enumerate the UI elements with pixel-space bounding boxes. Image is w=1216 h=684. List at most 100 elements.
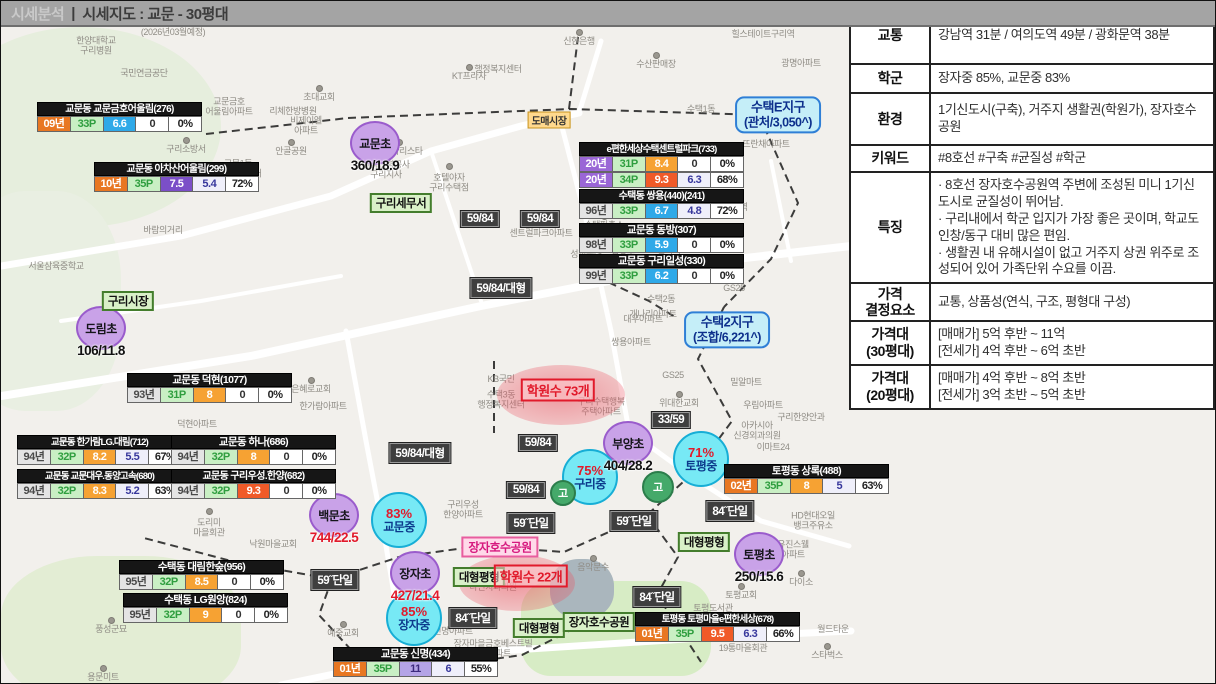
area-label: 장자호수공원 <box>562 612 636 632</box>
info-table-value: · 8호선 장자호수공원역 주변에 조성된 미니 1기신도시로 균질성이 뛰어남… <box>938 177 1199 277</box>
apartment-label: 교문동 덕현(1077) 93년 31P 8 0 0% <box>127 373 292 403</box>
cell-pyeong: 32P <box>152 574 186 590</box>
map-label: 구리우성 한양아파트 <box>443 499 483 520</box>
map-label: 토평교회 <box>725 589 757 600</box>
middle-school-name: 장자중 <box>398 617 430 632</box>
map-label: 은혜로교회 <box>291 383 331 394</box>
cell-build-year: 94년 <box>172 483 205 499</box>
map-label: 덕현아파트 <box>177 418 217 429</box>
cell-build-year: 10년 <box>95 176 128 192</box>
info-table-row: 가격대 (20평대) [매매가] 4억 후반 ~ 8억 초반 [전세가] 3억 초… <box>851 364 1213 408</box>
info-table-row: 특징 · 8호선 장자호수공원역 주변에 조성된 미니 1기신도시로 균질성이 뛰… <box>851 171 1213 283</box>
map-label: 뜨란채아파트 <box>742 138 790 149</box>
elementary-school-name: 토평초 <box>743 547 775 562</box>
info-table-header: 가격대 (30평대) <box>851 322 931 365</box>
cell-sale-price: 9 <box>189 607 223 623</box>
cell-build-year: 01년 <box>334 661 367 677</box>
map-label: 신한은행 <box>563 35 595 46</box>
cell-sale-price: 8.2 <box>83 449 117 465</box>
unit-mix-box: 59/84/대형 <box>470 278 532 298</box>
info-table-row: 가격 결정요소 교통, 상품성(연식, 구조, 평형대 구성) <box>851 282 1213 321</box>
cell-jeonse-price: 0 <box>270 449 304 465</box>
elementary-school-stats: 106/11.8 <box>77 343 125 358</box>
apartment-label: 교문동 아차산어울림(299) 10년 35P 7.5 5.4 72% <box>94 162 259 192</box>
cell-pyeong: 33P <box>70 116 104 132</box>
info-table-value: 1기신도시(구축), 거주지 생활권(학원가), 장자호수공원 <box>938 102 1197 134</box>
info-table-value: [매매가] 5억 후반 ~ 11억 [전세가] 4억 후반 ~ 6억 초반 <box>938 326 1086 359</box>
map-label: 호텔야자 구리수택점 <box>429 172 469 193</box>
cell-pyeong: 35P <box>366 661 400 677</box>
cell-build-year: 94년 <box>172 449 205 465</box>
cell-jeonse-price: 5.4 <box>193 176 227 192</box>
cell-build-year: 98년 <box>580 237 613 253</box>
title-prefix: 시세분석 <box>11 5 65 23</box>
cell-sale-price: 8.5 <box>185 574 219 590</box>
map-label: 서울삼육중학교 <box>28 260 84 271</box>
area-label: 대형평형 <box>512 618 566 638</box>
map-label: 용문미트 <box>87 671 119 682</box>
unit-mix-box: 33/59 <box>651 412 691 428</box>
info-table-row: 가격대 (30평대) [매매가] 5억 후반 ~ 11억 [전세가] 4억 후반 … <box>851 320 1213 365</box>
cell-jeonse-price: 6.3 <box>734 626 768 642</box>
apartment-name: 수택동 LG원앙(824) <box>123 593 288 607</box>
unit-mix-box: 59/84 <box>460 211 500 227</box>
elementary-school-name: 백문초 <box>318 508 350 523</box>
apartment-label: 수택동 LG원앙(824) 95년 32P 9 0 0% <box>123 593 288 623</box>
map-label: 행정복지센터 <box>474 63 522 74</box>
cell-jeonse-ratio: 68% <box>711 172 744 188</box>
apartment-data-row: 95년 32P 8.5 0 0% <box>119 574 284 590</box>
map-label: 리체한방병원 <box>269 105 317 116</box>
cell-jeonse-price: 6.3 <box>678 172 712 188</box>
area-label: 구리시장 <box>101 291 155 311</box>
middle-school-name: 교문중 <box>383 519 415 534</box>
map-label: GS25 <box>723 282 745 293</box>
cell-build-year: 20년 <box>580 156 613 172</box>
cell-pyeong: 32P <box>204 449 238 465</box>
map-label: GS25 <box>662 369 684 380</box>
cell-pyeong: 35P <box>757 478 791 494</box>
apartment-data-row: 98년 33P 5.9 0 0% <box>579 237 744 253</box>
screenshot-root: 시세분석 | 시세지도 : 교문 - 30평대 한양대학교 구리병원 (2026년… <box>0 0 1216 684</box>
cell-sale-price: 9.3 <box>645 172 679 188</box>
apartment-name: 교문동 한가람LG.대림(712) <box>17 435 182 449</box>
map-label: 구리소방서 <box>166 143 206 154</box>
middle-school-achievement-pct: 83% <box>385 505 413 521</box>
map-label: 음악분수 <box>577 561 609 572</box>
middle-school-name: 토평중 <box>685 458 717 473</box>
map-label: 광명아파트 <box>781 57 821 68</box>
cell-jeonse-price: 0 <box>222 607 256 623</box>
apartment-label: 수택동 쌍용(440)(241) 96년 33P 6.7 4.8 72% <box>579 189 744 219</box>
cell-jeonse-price: 4.8 <box>678 203 712 219</box>
info-table-row: 학군 장자중 85%, 교문중 83% <box>851 63 1213 92</box>
redevelopment-zone-box: 수택2지구 (조합/6,221^) <box>684 311 770 349</box>
unit-mix-box: 59/84 <box>506 482 546 498</box>
high-school-marker: 고 <box>550 480 576 506</box>
cell-pyeong: 31P <box>160 387 194 403</box>
elementary-school-stats: 427/21.4 <box>390 588 440 603</box>
apartment-name: 교문동 교문금호어울림(276) <box>37 102 202 116</box>
zone-status: (관처/3,050^) <box>744 115 812 130</box>
cell-jeonse-ratio: 0% <box>169 116 202 132</box>
apartment-data-row: 94년 32P 8 0 0% <box>171 449 336 465</box>
unit-mix-box: 59/84 <box>518 435 558 451</box>
cell-sale-price: 6.6 <box>103 116 137 132</box>
cell-jeonse-ratio: 63% <box>856 478 889 494</box>
middle-school-achievement-pct: 75% <box>576 462 604 478</box>
cell-build-year: 99년 <box>580 268 613 284</box>
apartment-name: 수택동 대림한숲(956) <box>119 560 284 574</box>
map-label: 대우아파트 <box>623 313 663 324</box>
unit-mix-box: 59/84 <box>520 211 560 227</box>
apartment-label: 교문동 동방(307) 98년 33P 5.9 0 0% <box>579 223 744 253</box>
apartment-data-row: 93년 31P 8 0 0% <box>127 387 292 403</box>
apartment-name: e편한세상수택센트럴파크(733) <box>579 142 744 156</box>
apartment-name: 교문동 교문대우.동양고속(680) <box>17 469 182 483</box>
apartment-data-row: 94년 32P 9.3 0 0% <box>171 483 336 499</box>
map-label: 스타벅스 <box>811 649 843 660</box>
cell-jeonse-ratio: 0% <box>303 483 336 499</box>
cell-jeonse-ratio: 55% <box>465 661 498 677</box>
map-label: 힐스테이트구리역 <box>731 28 795 39</box>
unit-mix-box: 59˝단일 <box>610 511 658 531</box>
title-bar: 시세분석 | 시세지도 : 교문 - 30평대 <box>1 1 1215 27</box>
unit-mix-box: 84˝단일 <box>633 587 681 607</box>
cell-jeonse-ratio: 0% <box>711 156 744 172</box>
